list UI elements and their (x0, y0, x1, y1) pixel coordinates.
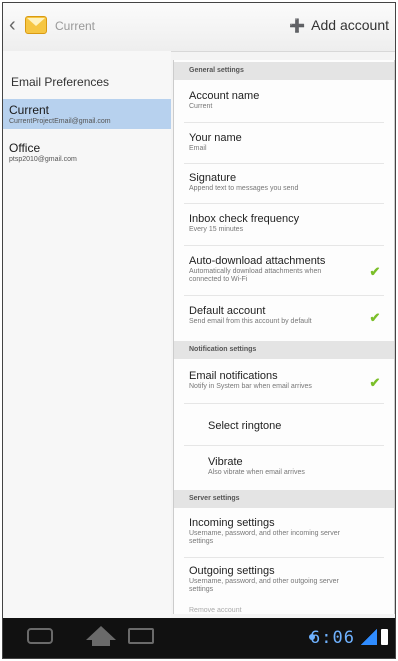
add-account-icon: ➕ (288, 18, 306, 33)
divider (184, 245, 384, 246)
setting-summary: Email (189, 145, 207, 152)
account-email: ptsp2010@gmail.com (9, 156, 77, 163)
divider (184, 295, 384, 296)
setting-your-name[interactable]: Your name Email (174, 132, 394, 153)
account-name: Current (9, 103, 50, 117)
wifi-signal-icon (361, 629, 377, 645)
system-bar: 6:06 (3, 618, 395, 658)
setting-summary: Also vibrate when email arrives (208, 469, 305, 476)
setting-summary: Username, password, and other incoming s… (189, 530, 340, 545)
section-header-server: Server settings (174, 490, 394, 508)
account-item-current[interactable]: Current CurrentProjectEmail@gmail.com (3, 99, 171, 129)
recent-apps-icon[interactable] (128, 628, 154, 644)
section-header-general: General settings (174, 62, 394, 80)
setting-summary: Send email from this account by default (189, 318, 312, 325)
divider (184, 163, 384, 164)
setting-inbox-check-frequency[interactable]: Inbox check frequency Every 15 minutes (174, 213, 394, 234)
tablet-screen: ‹ Current ➕ Add account Email Preferences… (2, 2, 396, 659)
divider (184, 403, 384, 404)
setting-signature[interactable]: Signature Append text to messages you se… (174, 172, 394, 193)
setting-title: Default account (189, 305, 266, 317)
setting-title: Vibrate (208, 456, 243, 468)
auto-download-checkbox[interactable]: ✔ (368, 265, 382, 279)
account-name: Office (9, 141, 41, 155)
action-bar-title: Current (55, 19, 96, 33)
setting-select-ringtone[interactable]: Select ringtone (174, 420, 394, 432)
setting-title: Inbox check frequency (189, 213, 300, 225)
divider (184, 203, 384, 204)
setting-summary: Current (189, 103, 213, 110)
chevron-left-icon[interactable]: ‹ (9, 15, 16, 35)
divider (184, 445, 384, 446)
home-nav-icon[interactable] (86, 626, 116, 646)
setting-summary: Every 15 minutes (189, 226, 244, 233)
email-preferences-item[interactable]: Email Preferences (11, 75, 109, 89)
action-bar: ‹ Current ➕ Add account (3, 3, 395, 52)
account-email: CurrentProjectEmail@gmail.com (9, 118, 111, 125)
settings-pane: General settings Account name Current Yo… (173, 60, 395, 614)
setting-title: Signature (189, 172, 237, 184)
setting-title: Outgoing settings (189, 565, 275, 577)
setting-incoming[interactable]: Incoming settings Username, password, an… (174, 517, 394, 546)
setting-title: Auto-download attachments (189, 255, 326, 267)
setting-title: Account name (189, 90, 260, 102)
setting-title: Your name (189, 132, 242, 144)
setting-account-name[interactable]: Account name Current (174, 90, 394, 111)
email-notifications-checkbox[interactable]: ✔ (368, 376, 382, 390)
setting-outgoing[interactable]: Outgoing settings Username, password, an… (174, 565, 394, 594)
setting-summary: Username, password, and other outgoing s… (189, 578, 339, 593)
battery-icon (381, 629, 388, 645)
default-account-checkbox[interactable]: ✔ (368, 311, 382, 325)
setting-default-account[interactable]: Default account Send email from this acc… (174, 305, 394, 326)
section-header-notification: Notification settings (174, 341, 394, 359)
setting-email-notifications[interactable]: Email notifications Notify in System bar… (174, 370, 394, 391)
setting-auto-download[interactable]: Auto-download attachments Automatically … (174, 255, 394, 284)
email-envelope-icon[interactable] (25, 16, 47, 34)
add-account-button[interactable]: ➕ Add account (289, 17, 389, 34)
setting-summary: Append text to messages you send (189, 185, 299, 192)
account-item-office[interactable]: Office ptsp2010@gmail.com (3, 137, 171, 167)
add-account-label: Add account (311, 17, 389, 33)
setting-title: Select ringtone (208, 420, 282, 432)
remove-account-item[interactable]: Remove account (189, 607, 242, 614)
account-list-pane: Email Preferences Current CurrentProject… (3, 51, 171, 618)
divider (184, 122, 384, 123)
back-nav-icon[interactable] (27, 628, 53, 644)
status-clock: 6:06 (310, 628, 355, 648)
setting-summary: Automatically download attachments when … (189, 268, 322, 283)
setting-vibrate[interactable]: Vibrate Also vibrate when email arrives (174, 456, 394, 477)
setting-title: Incoming settings (189, 517, 275, 529)
setting-title: Email notifications (189, 370, 278, 382)
divider (184, 557, 384, 558)
setting-summary: Notify in System bar when email arrives (189, 383, 312, 390)
